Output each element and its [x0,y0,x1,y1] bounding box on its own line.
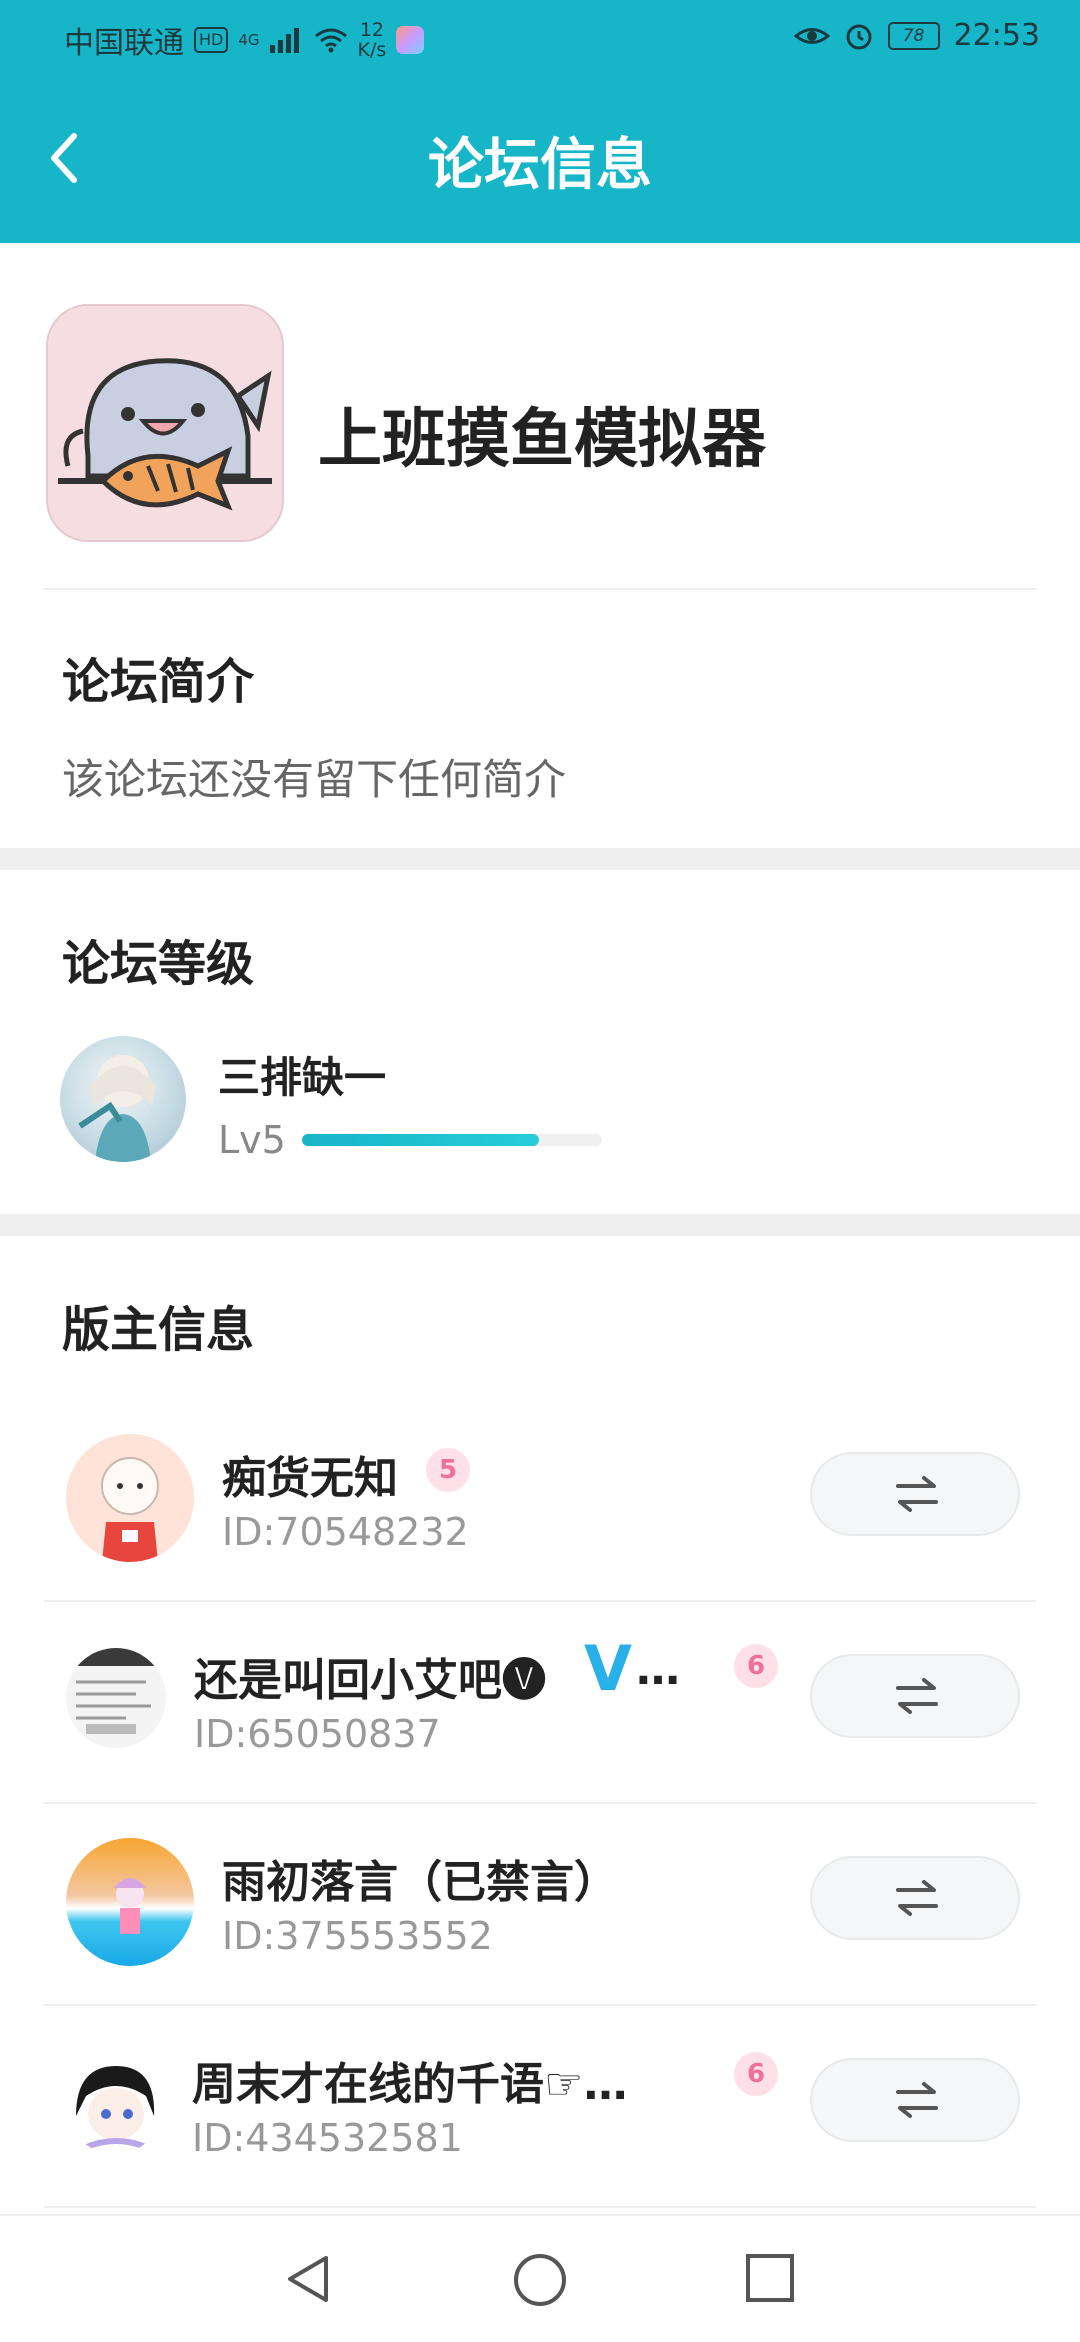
moderator-id: ID:65050837 [194,1712,441,1756]
level-badge: 6 [734,2052,778,2096]
moderator-id: ID:434532581 [192,2116,463,2160]
signal-icon [269,28,299,53]
swap-arrows-icon [896,1880,938,1916]
bald-kid-avatar-icon [66,1434,194,1562]
swap-button[interactable] [810,1654,1020,1738]
sunset-avatar-icon [66,1838,194,1966]
level-section-title: 论坛等级 [62,936,255,992]
intro-text: 该论坛还没有留下任何简介 [62,755,567,804]
swap-arrows-icon [896,1678,938,1714]
shark-fish-icon [48,306,282,540]
nav-back-icon[interactable] [282,2252,336,2306]
section-gap [0,848,1080,870]
moderator-id: ID:375553552 [222,1914,493,1958]
hd-badge: HD [194,27,229,53]
moderator-row[interactable]: 周末才在线的千语☞… 6 ID:434532581 [0,2006,1080,2208]
nav-home-icon[interactable] [512,2252,568,2308]
anime-avatar-icon [66,2056,164,2154]
network-type: 4G [238,31,260,49]
swap-arrows-icon [896,2082,938,2118]
forum-avatar [46,304,284,542]
clock: 22:53 [953,18,1040,53]
swap-button[interactable] [810,1452,1020,1536]
section-gap [0,1214,1080,1236]
moderator-avatar[interactable] [66,2056,164,2154]
moderator-row[interactable]: 还是叫回小艾吧🅥 V … 6 ID:65050837 [0,1602,1080,1804]
eye-icon [793,27,830,44]
moderator-name: 周末才在线的千语☞… [192,2059,628,2110]
anime-character-icon [78,1055,156,1162]
wifi-icon [314,28,347,53]
moderator-avatar[interactable] [66,1434,194,1562]
level-badge: 5 [426,1448,470,1492]
moderator-id: ID:70548232 [222,1510,469,1554]
alarm-icon [846,24,872,49]
app-header: 中国联通 HD 4G 12 K/s 78 22:53 论坛信息 [0,0,1080,243]
row-divider [44,2206,1036,2208]
moderator-section-title: 版主信息 [62,1302,255,1358]
net-speed-value: 12 [359,19,384,41]
level-user-name: 三排缺一 [218,1053,387,1102]
name-ellipsis: … [636,1644,680,1695]
carrier-label: 中国联通 [64,26,184,61]
swap-arrows-icon [896,1476,938,1512]
divider [44,588,1036,590]
document-avatar-icon [66,1648,166,1748]
forum-name: 上班摸鱼模拟器 [318,403,766,477]
moderator-row[interactable]: 痴货无知 5 ID:70548232 [0,1400,1080,1602]
page-title: 论坛信息 [428,133,652,198]
level-progress-fill [302,1134,539,1146]
status-bar: 中国联通 HD 4G 12 K/s 78 22:53 [0,0,1080,75]
moderator-name: 雨初落言（已禁言） [222,1857,618,1908]
swap-button[interactable] [810,2058,1020,2142]
app-notification-icon [396,26,425,54]
level-label: Lv5 [218,1118,286,1162]
intro-section-title: 论坛简介 [62,654,255,710]
swap-button[interactable] [810,1856,1020,1940]
verified-icon: V [584,1632,632,1705]
level-progress-bar [302,1134,602,1146]
moderator-name: 痴货无知 [222,1453,398,1504]
moderator-row[interactable]: 雨初落言（已禁言） ID:375553552 [0,1804,1080,2006]
net-speed-unit: K/s [357,39,387,61]
level-badge: 6 [734,1644,778,1688]
battery-indicator: 78 [887,21,940,50]
nav-recents-icon[interactable] [744,2252,796,2304]
system-nav-bar [0,2214,1080,2342]
user-avatar[interactable] [60,1036,186,1162]
moderator-avatar[interactable] [66,1838,194,1966]
moderator-name: 还是叫回小艾吧🅥 [194,1655,546,1706]
moderator-avatar[interactable] [66,1648,166,1748]
net-speed: 12 K/s [358,20,387,60]
